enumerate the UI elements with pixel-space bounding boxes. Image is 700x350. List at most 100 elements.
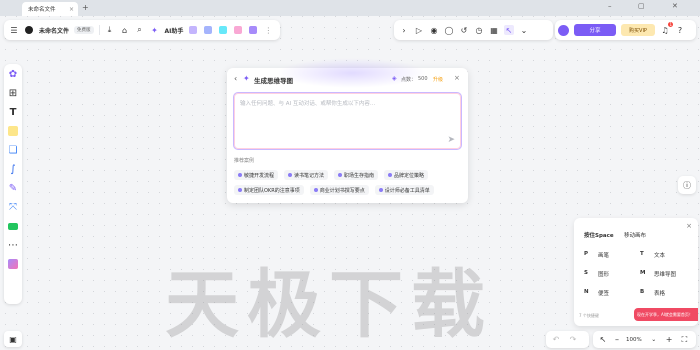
sticky-note-icon[interactable] [8, 126, 18, 136]
collapse-down-icon[interactable]: ⌄ [519, 25, 529, 35]
timer-icon[interactable]: ◷ [474, 25, 484, 35]
example-chip[interactable]: 制定团队OKR的注意事项 [234, 185, 304, 195]
bell-icon[interactable]: ♫ 1 [660, 22, 673, 35]
info-button[interactable]: ⓘ [678, 176, 696, 194]
example-chip[interactable]: 读书笔记方法 [284, 170, 329, 180]
hold-space-action: 移动画布 [624, 233, 647, 239]
shortcut-label: 文本 [654, 253, 666, 259]
window-close-button[interactable]: ✕ [672, 2, 678, 10]
watermark: 天极下载 [165, 262, 493, 348]
mindmap-dialog: ‹ ✦ 生成思维导图 ◈ 点数： 500 升级 × 输入任何问题、与 AI 互动… [227, 58, 468, 203]
zoom-in-button[interactable]: + [666, 335, 673, 344]
redo-icon[interactable]: ↷ [568, 335, 578, 345]
top-left-toolbar: ☰ 未命名文件 免费版 ⤓ ⌂ ⌕ ✦ AI助手 ⋮ [4, 20, 280, 40]
shortcut-key: P [584, 251, 589, 257]
shortcut-label: 思维导图 [654, 272, 677, 278]
table-icon[interactable] [8, 221, 18, 231]
mindmap-icon[interactable]: ⤧ [8, 202, 18, 213]
ai-logo-icon: ✦ [151, 25, 158, 35]
dialog-title: 生成思维导图 [254, 77, 293, 85]
download-icon[interactable]: ⤓ [105, 25, 115, 35]
ai-ppt-icon[interactable] [203, 25, 213, 35]
present-icon[interactable]: ▷ [414, 25, 424, 35]
example-chip-label: 设计师必备工具清单 [384, 187, 430, 194]
example-chip[interactable]: 职场生存指南 [334, 170, 379, 180]
collapse-icon[interactable]: › [399, 25, 409, 35]
frame-icon[interactable]: ⊞ [8, 88, 18, 99]
prompt-placeholder: 输入任何问题、与 AI 互动对话、或帮你生成以下内容… [240, 101, 376, 107]
close-icon[interactable]: × [454, 74, 460, 82]
connector-icon[interactable]: ∫ [8, 164, 18, 175]
ai-image-icon[interactable] [188, 25, 198, 35]
text-icon[interactable]: T [8, 107, 18, 118]
shortcuts-close-icon[interactable]: × [686, 222, 692, 230]
shortcut-item: S 图形 [584, 270, 609, 278]
template-tool-icon[interactable] [8, 259, 18, 269]
shape-icon[interactable]: ❏ [8, 145, 18, 156]
play-icon[interactable]: ◉ [429, 25, 439, 35]
more-icon[interactable]: ⋮ [263, 25, 273, 35]
new-tab-button[interactable]: + [82, 3, 89, 12]
history-icon[interactable]: ↺ [459, 25, 469, 35]
hamburger-icon[interactable]: ☰ [9, 25, 19, 35]
ai-assistant-button[interactable]: AI助手 [165, 26, 184, 35]
shortcut-item: M 思维导图 [640, 270, 676, 278]
zoom-out-button[interactable]: – [615, 335, 619, 344]
example-chip[interactable]: 设计师必备工具清单 [374, 185, 434, 195]
vip-button[interactable]: 购买VIP [621, 24, 655, 36]
help-icon[interactable]: ? [675, 25, 685, 35]
template-icon[interactable]: ▦ [489, 25, 499, 35]
fit-screen-icon[interactable]: ⛶ [679, 335, 689, 345]
minimap-button[interactable]: ▣ [4, 331, 22, 347]
search-icon[interactable]: ⌕ [135, 25, 145, 35]
plan-badge: 免费版 [74, 26, 94, 34]
pen-icon[interactable]: ✎ [8, 183, 18, 194]
upgrade-link[interactable]: 升级 [433, 76, 443, 83]
left-toolbar: ✿ ⊞ T ❏ ∫ ✎ ⤧ ⋯ [4, 64, 22, 304]
example-chip-label: 职场生存指南 [344, 172, 375, 179]
shortcut-label: 图形 [598, 272, 610, 278]
undo-redo-bar: ↶ ↷ [546, 331, 589, 348]
share-button[interactable]: 分享 [574, 24, 616, 36]
zoom-value[interactable]: 100% [626, 337, 642, 343]
shortcut-item: P 画笔 [584, 251, 609, 259]
shortcut-label: 便签 [598, 291, 610, 297]
account-toolbar: 分享 购买VIP ♫ 1 ? [555, 20, 696, 40]
ai-chat-icon[interactable] [248, 25, 258, 35]
ai-mindmap-icon[interactable] [233, 25, 243, 35]
select-cursor-icon[interactable]: ↖ [598, 335, 608, 345]
shortcut-item: T 文本 [640, 251, 665, 259]
avatar[interactable] [558, 24, 569, 36]
example-chip[interactable]: 品牌定位策略 [384, 170, 429, 180]
cursor-share-icon[interactable]: ↖ [504, 25, 514, 35]
undo-icon[interactable]: ↶ [551, 335, 561, 345]
shortcuts-footer[interactable]: 7 个快捷键 [579, 313, 599, 319]
minimize-button[interactable]: – [608, 2, 612, 10]
tab-close-icon[interactable]: × [69, 6, 74, 13]
tag-icon[interactable]: ⌂ [120, 25, 130, 35]
browser-tab[interactable]: 未命名文件 × [22, 2, 78, 16]
share-label: 分享 [589, 28, 601, 34]
promo-banner[interactable]: 现在开学季，AI就会需要首页！ [634, 308, 698, 321]
zoom-chevron-icon[interactable]: ⌄ [649, 335, 659, 345]
comment-icon[interactable]: ◯ [444, 25, 454, 35]
more-tools-icon[interactable]: ⋯ [8, 240, 18, 251]
restore-button[interactable]: ▢ [638, 2, 645, 10]
ai-tool-icon[interactable]: ✿ [8, 69, 18, 80]
shortcut-key: N [584, 289, 589, 295]
send-icon[interactable]: ➤ [447, 135, 455, 145]
browser-chrome: 未命名文件 × + – ▢ ✕ [0, 0, 700, 16]
points-value: 500 [418, 76, 428, 82]
example-chip[interactable]: 商业计划书撰写要点 [309, 185, 369, 195]
file-name[interactable]: 未命名文件 [39, 26, 69, 35]
dialog-logo-icon: ✦ [243, 74, 250, 83]
vip-label: 购买VIP [629, 27, 647, 34]
top-right-toolbar: › ▷ ◉ ◯ ↺ ◷ ▦ ↖ ⌄ [394, 20, 553, 40]
example-chip-label: 敏捷开发流程 [244, 172, 275, 179]
example-chip[interactable]: 敏捷开发流程 [234, 170, 279, 180]
shortcut-key: S [584, 270, 588, 276]
back-icon[interactable]: ‹ [234, 74, 237, 83]
points-label: 点数： [401, 77, 417, 83]
prompt-input[interactable]: 输入任何问题、与 AI 互动对话、或帮你生成以下内容… ➤ [233, 92, 462, 150]
ai-flow-icon[interactable] [218, 25, 228, 35]
